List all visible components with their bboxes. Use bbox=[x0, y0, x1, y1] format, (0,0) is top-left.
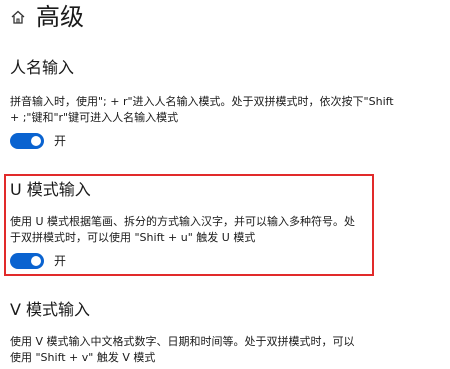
toggle-knob bbox=[31, 135, 41, 146]
section-description: 拼音输入时，使用"; + r"进入人名输入模式。处于双拼模式时，依次按下"Shi… bbox=[10, 95, 394, 124]
toggle-row: 开 bbox=[10, 132, 405, 149]
toggle-knob bbox=[31, 255, 41, 266]
section-u-mode: U 模式输入 使用 U 模式根据笔画、拆分的方式输入汉字，并可以输入多种符号。处… bbox=[10, 180, 365, 269]
name-input-toggle[interactable] bbox=[10, 132, 44, 149]
toggle-row: 开 bbox=[10, 252, 365, 269]
section-description: 使用 V 模式输入中文格式数字、日期和时间等。处于双拼模式时，可以使用 "Shi… bbox=[10, 335, 355, 364]
section-title: V 模式输入 bbox=[10, 300, 91, 319]
section-title: 人名输入 bbox=[10, 58, 75, 77]
page-title: 高级 bbox=[36, 3, 84, 31]
u-mode-toggle[interactable] bbox=[10, 252, 44, 269]
toggle-state-label: 开 bbox=[54, 254, 67, 268]
section-description: 使用 U 模式根据笔画、拆分的方式输入汉字，并可以输入多种符号。处于双拼模式时，… bbox=[10, 215, 356, 244]
section-v-mode: V 模式输入 使用 V 模式输入中文格式数字、日期和时间等。处于双拼模式时，可以… bbox=[10, 300, 365, 366]
section-title: U 模式输入 bbox=[10, 180, 91, 199]
home-icon[interactable] bbox=[10, 9, 26, 25]
section-name-input: 人名输入 拼音输入时，使用"; + r"进入人名输入模式。处于双拼模式时，依次按… bbox=[10, 58, 405, 149]
toggle-state-label: 开 bbox=[54, 134, 67, 148]
settings-page: 高级 人名输入 拼音输入时，使用"; + r"进入人名输入模式。处于双拼模式时，… bbox=[0, 0, 450, 369]
page-header: 高级 bbox=[10, 2, 84, 32]
